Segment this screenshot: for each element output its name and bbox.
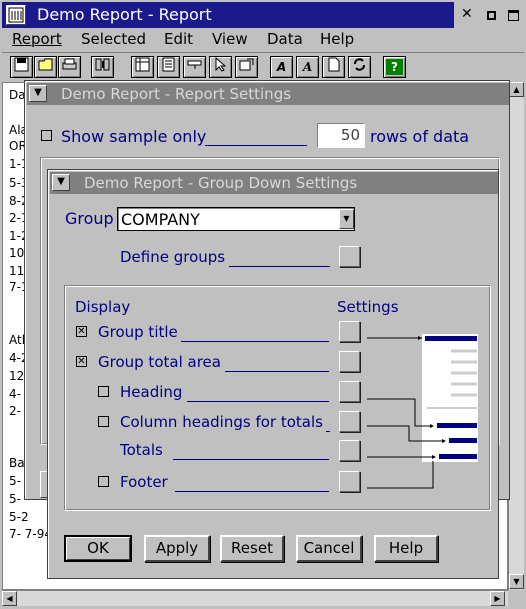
- display-header: Display: [75, 298, 131, 316]
- report-row: 10: [9, 246, 25, 260]
- report-group-label: Atl: [9, 333, 26, 347]
- save-icon[interactable]: [10, 56, 33, 78]
- column-headings-leader: [326, 431, 330, 432]
- group-select-value: COMPANY: [121, 210, 200, 229]
- group-total-area-checkbox[interactable]: ✕: [76, 356, 87, 367]
- font-a-icon[interactable]: A: [270, 56, 293, 78]
- group-down-dialog: ▼ Demo Report - Group Down Settings Grou…: [47, 169, 499, 579]
- report-row: 5-: [9, 492, 21, 506]
- menu-view[interactable]: View: [212, 30, 248, 48]
- report-app-icon[interactable]: [6, 5, 26, 25]
- column-headings-label: Column headings for totals: [120, 413, 323, 431]
- heading-label: Heading: [120, 383, 183, 401]
- report-settings-title: Demo Report - Report Settings: [61, 85, 292, 103]
- help-question-glyph: ?: [386, 59, 403, 75]
- group-total-area-leader: [225, 371, 329, 372]
- report-row: 4-: [9, 387, 21, 401]
- group-down-titlebar[interactable]: ▼ Demo Report - Group Down Settings: [50, 172, 498, 194]
- settings-header: Settings: [337, 298, 399, 316]
- refresh-icon[interactable]: [348, 56, 371, 78]
- group-down-title: Demo Report - Group Down Settings: [84, 174, 358, 192]
- report-row: 12: [9, 369, 25, 383]
- heading-checkbox[interactable]: [98, 386, 109, 397]
- export-icon[interactable]: [235, 56, 258, 78]
- totals-settings-button[interactable]: [339, 440, 360, 461]
- group-title-settings-button[interactable]: [339, 321, 360, 342]
- layout-icon[interactable]: [91, 56, 114, 78]
- footer-checkbox[interactable]: [98, 476, 109, 487]
- menu-data[interactable]: Data: [267, 30, 303, 48]
- layout-preview-diagram: [367, 334, 478, 489]
- horizontal-scrollbar[interactable]: ◀ ▶: [2, 590, 508, 606]
- rows-suffix-label: rows of data: [370, 127, 470, 146]
- totals-leader: [173, 459, 329, 460]
- group-title-label: Group title: [98, 323, 178, 341]
- cancel-button[interactable]: Cancel: [296, 535, 362, 562]
- display-groupbox: Display Settings ✕ Group title ✕ Group t…: [64, 285, 491, 511]
- footer-leader: [175, 491, 329, 492]
- system-menu-icon[interactable]: ▼: [52, 174, 70, 191]
- group-title-leader: [181, 341, 329, 342]
- menu-selected[interactable]: Selected: [81, 30, 146, 48]
- heading-settings-button[interactable]: [339, 381, 360, 402]
- define-groups-leader: [229, 266, 330, 267]
- heading-leader: [187, 401, 329, 402]
- window-title: Demo Report - Report: [37, 5, 212, 24]
- group-label: Group: [65, 209, 114, 228]
- menu-help[interactable]: Help: [320, 30, 354, 48]
- apply-button[interactable]: Apply: [144, 535, 210, 562]
- ok-button[interactable]: OK: [64, 535, 132, 562]
- report-row: 7- 7-94: [9, 527, 53, 541]
- close-icon[interactable]: ✕: [461, 6, 473, 22]
- columns-icon[interactable]: [157, 56, 180, 78]
- report-row: 5-: [9, 474, 21, 488]
- report-settings-titlebar[interactable]: ▼ Demo Report - Report Settings: [27, 83, 509, 105]
- maximize-icon[interactable]: [508, 10, 519, 21]
- column-headings-checkbox[interactable]: [98, 416, 109, 427]
- menubar: Report Selected Edit View Data Help: [2, 28, 524, 52]
- page-icon[interactable]: [322, 56, 345, 78]
- footer-settings-button[interactable]: [339, 471, 360, 492]
- footer-label: Footer: [120, 473, 168, 491]
- scroll-left-icon[interactable]: ◀: [2, 591, 17, 606]
- report-row: 5-2: [9, 510, 29, 524]
- key-icon[interactable]: [183, 56, 206, 78]
- show-sample-label: Show sample only: [61, 127, 207, 146]
- group-title-checkbox[interactable]: ✕: [76, 326, 87, 337]
- print-icon[interactable]: [58, 56, 81, 78]
- define-groups-button[interactable]: [339, 246, 360, 267]
- report-group-label: Ba: [9, 456, 25, 470]
- cursor-icon[interactable]: [209, 56, 232, 78]
- toolbar: A A ?: [2, 52, 524, 80]
- column-headings-settings-button[interactable]: [339, 411, 360, 432]
- rows-input[interactable]: 50: [317, 123, 365, 148]
- reset-button[interactable]: Reset: [220, 535, 284, 562]
- menu-edit[interactable]: Edit: [164, 30, 193, 48]
- menu-report[interactable]: Report: [12, 30, 62, 48]
- define-groups-label: Define groups: [120, 248, 226, 266]
- restore-icon[interactable]: [487, 11, 496, 20]
- help-icon[interactable]: ?: [383, 56, 406, 78]
- font-italic-a-icon[interactable]: A: [296, 56, 319, 78]
- totals-label: Totals: [120, 441, 163, 459]
- help-button[interactable]: Help: [374, 535, 438, 562]
- vertical-scrollbar[interactable]: ▲ ▼: [508, 82, 524, 590]
- scroll-up-icon[interactable]: ▲: [509, 82, 524, 97]
- group-select[interactable]: COMPANY ▼: [117, 207, 355, 231]
- scroll-right-icon[interactable]: ▶: [490, 591, 505, 606]
- system-menu-icon[interactable]: ▼: [29, 85, 47, 102]
- report-row: 11: [9, 264, 25, 278]
- group-total-area-settings-button[interactable]: [339, 351, 360, 372]
- show-sample-checkbox[interactable]: [41, 130, 52, 141]
- scroll-down-icon[interactable]: ▼: [509, 574, 524, 589]
- chevron-down-icon[interactable]: ▼: [339, 209, 354, 229]
- show-sample-leader: [205, 145, 307, 146]
- report-row: 2-: [9, 404, 21, 418]
- window-title-area: Demo Report - Report ✕: [2, 2, 524, 28]
- open-icon[interactable]: [34, 56, 57, 78]
- group-total-area-label: Group total area: [98, 353, 221, 371]
- table-icon[interactable]: [131, 56, 154, 78]
